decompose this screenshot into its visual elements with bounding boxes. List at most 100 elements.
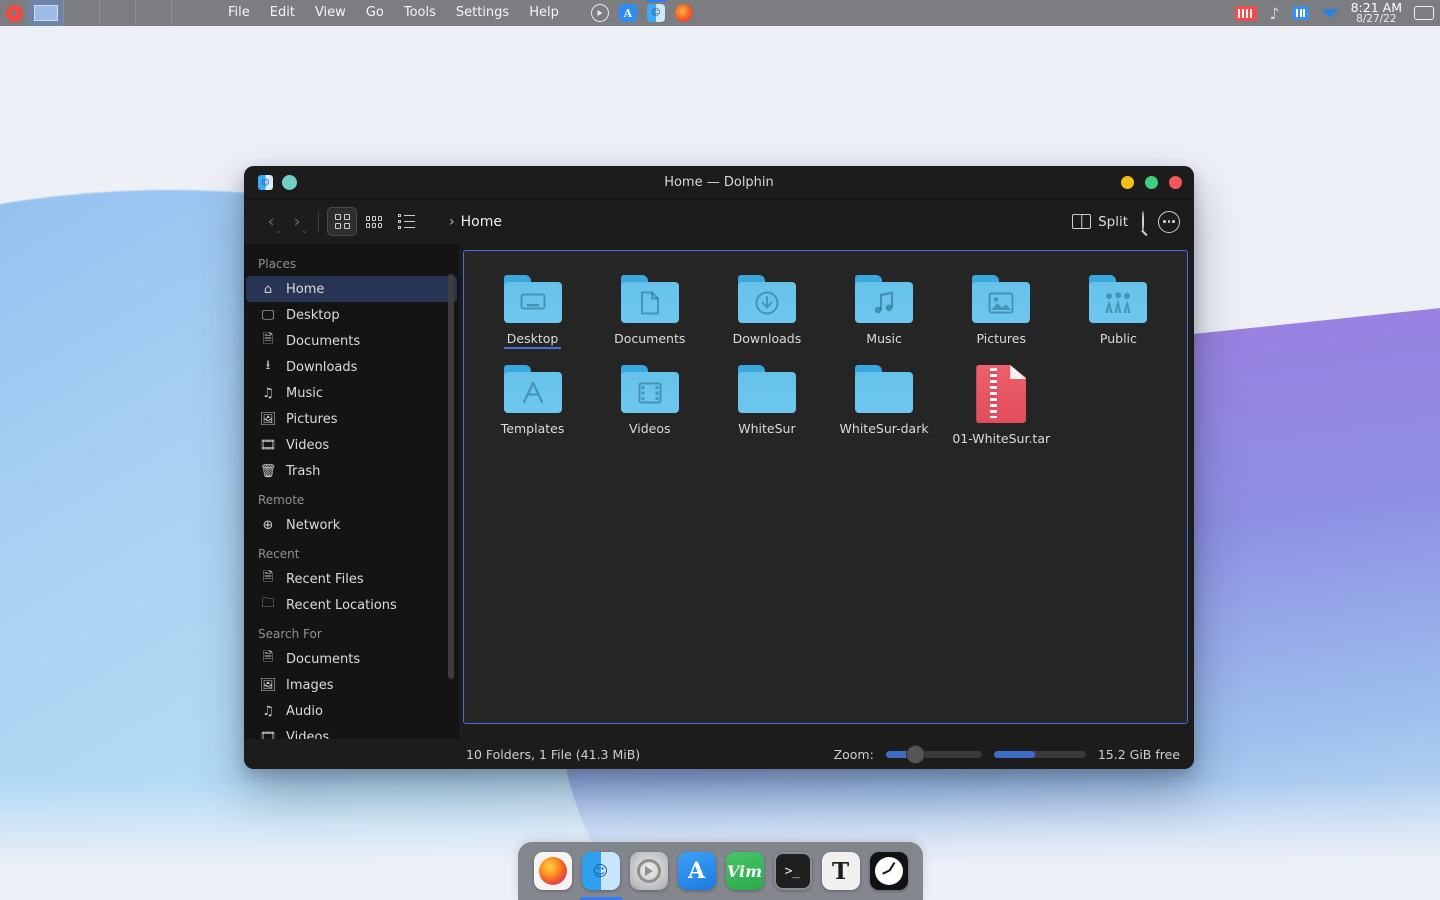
dock-tex[interactable]: T	[822, 852, 860, 890]
dock: ☺ A Vim >_ T	[518, 842, 923, 900]
breadcrumb-chevron-icon: ›	[449, 214, 455, 230]
sidebar-section-places: Places	[244, 248, 459, 276]
sidebar-item-trash[interactable]: 🗑 Trash	[246, 458, 457, 484]
network-icon: ⊕	[260, 517, 276, 533]
dock-settings[interactable]	[630, 852, 668, 890]
split-icon	[1072, 214, 1091, 229]
file-item-public[interactable]: Public	[1060, 269, 1177, 349]
search-videos-icon: 🎞	[260, 729, 276, 739]
back-dropdown-icon[interactable]: ⌄	[275, 226, 282, 235]
minimize-button[interactable]	[1121, 176, 1134, 189]
vim-icon: Vim	[727, 862, 762, 881]
application-launcher-button[interactable]	[0, 0, 28, 26]
app-store-icon[interactable]: A	[619, 4, 637, 22]
menu-settings[interactable]: Settings	[446, 0, 519, 26]
keyboard-layout-icon[interactable]	[1235, 6, 1257, 21]
sidebar-section-remote: Remote	[244, 484, 459, 512]
clock-widget[interactable]: 8:21 AM 8/27/22	[1351, 1, 1402, 25]
dock-firefox[interactable]	[534, 852, 572, 890]
back-button[interactable]: ‹ ⌄	[258, 208, 284, 236]
file-label: Pictures	[973, 330, 1029, 347]
menu-button[interactable]	[1158, 211, 1180, 233]
sidebar-item-label: Videos	[286, 730, 329, 740]
menu-tools[interactable]: Tools	[394, 0, 446, 26]
sidebar-item-videos[interactable]: 🎞 Videos	[246, 432, 457, 458]
sidebar-item-recent-locations[interactable]: 🗀 Recent Locations	[246, 592, 457, 618]
status-summary: 10 Folders, 1 File (41.3 MiB)	[244, 747, 640, 762]
file-item-whitesur-dark[interactable]: WhiteSur-dark	[825, 359, 942, 447]
menu-help[interactable]: Help	[519, 0, 569, 26]
compact-grid-icon	[366, 216, 382, 228]
forward-button[interactable]: › ⌄	[284, 208, 310, 236]
file-item-videos[interactable]: Videos	[591, 359, 708, 447]
sidebar-item-downloads[interactable]: ⭳ Downloads	[246, 354, 457, 380]
dock-clock[interactable]	[870, 852, 908, 890]
firefox-icon[interactable]	[675, 4, 693, 22]
dock-finder[interactable]: ☺	[582, 852, 620, 890]
file-item-downloads[interactable]: Downloads	[708, 269, 825, 349]
finder-icon[interactable]: ☺	[647, 4, 665, 22]
search-icon	[1142, 211, 1144, 232]
file-item-pictures[interactable]: Pictures	[943, 269, 1060, 349]
menu-view[interactable]: View	[305, 0, 356, 26]
minimize-all-icon[interactable]	[1414, 6, 1434, 20]
sidebar-item-recent-files[interactable]: 🗎 Recent Files	[246, 566, 457, 592]
window-title-bar[interactable]: ☺ Home — Dolphin	[244, 166, 1194, 199]
file-item-whitesur[interactable]: WhiteSur	[708, 359, 825, 447]
dock-vim[interactable]: Vim	[726, 852, 764, 890]
breadcrumb-path[interactable]: Home	[461, 214, 502, 230]
sidebar-item-desktop[interactable]: 🖵 Desktop	[246, 302, 457, 328]
file-grid: Desktop Documents	[474, 269, 1177, 447]
search-button[interactable]	[1142, 212, 1144, 231]
clipboard-icon[interactable]	[1292, 6, 1309, 20]
sidebar-item-documents[interactable]: 🗎 Documents	[246, 328, 457, 354]
file-item-music[interactable]: Music	[825, 269, 942, 349]
sidebar-item-music[interactable]: ♫ Music	[246, 380, 457, 406]
virtual-desktop-pager[interactable]	[28, 0, 172, 26]
sidebar-item-search-videos[interactable]: 🎞 Videos	[246, 724, 457, 739]
show-hidden-tray-icon[interactable]	[1321, 9, 1339, 18]
pager-desktop-4[interactable]	[136, 0, 172, 26]
desktop-icon: 🖵	[260, 307, 276, 323]
compact-view-button[interactable]	[359, 207, 389, 236]
details-view-button[interactable]	[391, 207, 421, 236]
pager-desktop-2[interactable]	[64, 0, 100, 26]
sidebar-item-search-documents[interactable]: 🗎 Documents	[246, 646, 457, 672]
global-menu-bar: File Edit View Go Tools Settings Help A …	[0, 0, 1440, 26]
file-item-whitesur-tar[interactable]: 01-WhiteSur.tar	[943, 359, 1060, 447]
zoom-slider[interactable]	[886, 751, 982, 758]
pager-desktop-3[interactable]	[100, 0, 136, 26]
sidebar-item-label: Audio	[286, 704, 323, 719]
menu-bar-items: File Edit View Go Tools Settings Help	[218, 0, 569, 26]
maximize-button[interactable]	[1145, 176, 1158, 189]
file-item-documents[interactable]: Documents	[591, 269, 708, 349]
sidebar-item-network[interactable]: ⊕ Network	[246, 512, 457, 538]
breadcrumb[interactable]: › Home	[449, 214, 502, 230]
file-item-desktop[interactable]: Desktop	[474, 269, 591, 349]
icons-view-button[interactable]	[327, 207, 357, 236]
settings-icon[interactable]	[591, 4, 609, 22]
menu-file[interactable]: File	[218, 0, 260, 26]
dock-appstore[interactable]: A	[678, 852, 716, 890]
sidebar-scrollbar[interactable]	[448, 274, 454, 679]
menu-go[interactable]: Go	[356, 0, 394, 26]
close-button[interactable]	[1169, 176, 1182, 189]
split-view-button[interactable]: Split	[1072, 214, 1128, 230]
dock-terminal[interactable]: >_	[774, 852, 812, 890]
file-item-templates[interactable]: Templates	[474, 359, 591, 447]
file-view[interactable]: Desktop Documents	[463, 250, 1188, 724]
forward-dropdown-icon[interactable]: ⌄	[301, 226, 308, 235]
audio-note-icon[interactable]: ♪	[1269, 4, 1279, 23]
clock-date: 8/27/22	[1351, 14, 1402, 25]
sidebar-item-pictures[interactable]: 🖼 Pictures	[246, 406, 457, 432]
sidebar-item-label: Documents	[286, 652, 360, 667]
menu-edit[interactable]: Edit	[260, 0, 305, 26]
pager-desktop-1[interactable]	[28, 0, 64, 26]
dot-3	[1172, 220, 1175, 223]
zoom-slider-handle[interactable]	[906, 745, 925, 764]
firefox-icon	[539, 857, 567, 885]
sidebar-item-search-images[interactable]: 🖼 Images	[246, 672, 457, 698]
sidebar-item-home[interactable]: ⌂ Home	[246, 276, 457, 302]
sidebar-item-search-audio[interactable]: ♫ Audio	[246, 698, 457, 724]
back-chevron-icon: ‹	[268, 212, 275, 232]
